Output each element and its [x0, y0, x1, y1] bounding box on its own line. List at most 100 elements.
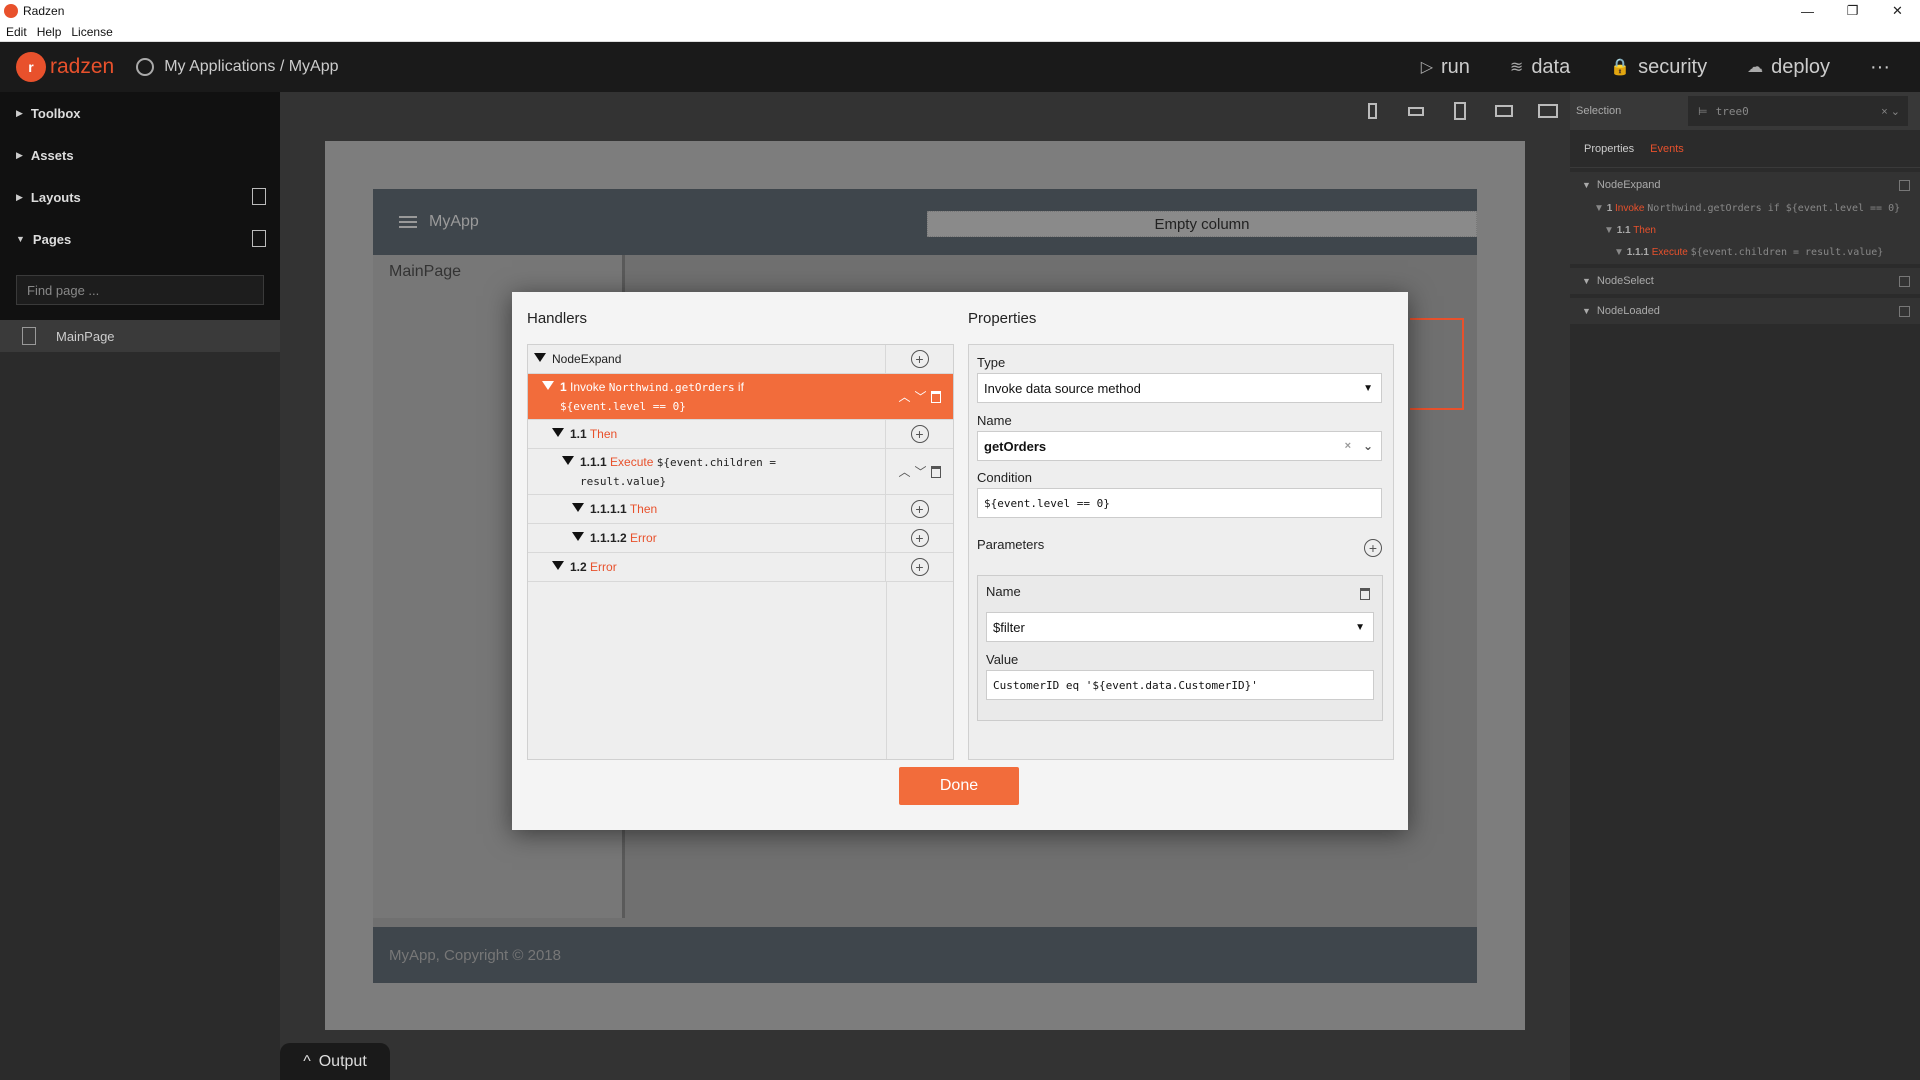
- new-layout-icon[interactable]: [252, 188, 266, 205]
- empty-column[interactable]: Empty column: [927, 211, 1477, 237]
- sidebar-section-assets[interactable]: ▶ Assets: [0, 134, 280, 176]
- run-label: run: [1441, 55, 1470, 78]
- output-toggle[interactable]: ^ Output: [280, 1043, 390, 1080]
- handler-row[interactable]: 1.1.1.1 Then +: [528, 495, 953, 524]
- handler-row-event[interactable]: NodeExpand +: [528, 345, 953, 374]
- move-down-icon[interactable]: ﹀: [915, 388, 927, 405]
- page-item-mainpage[interactable]: MainPage: [0, 320, 280, 352]
- handler-num: 1: [560, 380, 567, 394]
- action-num: 1: [1606, 203, 1613, 214]
- param-value-input[interactable]: CustomerID eq '${event.data.CustomerID}': [986, 670, 1374, 700]
- page-label: MainPage: [56, 328, 115, 344]
- event-name: NodeLoaded: [1596, 305, 1660, 317]
- method-name-select[interactable]: getOrders × ⌄: [977, 431, 1382, 461]
- breadcrumb[interactable]: My Applications / MyApp: [136, 58, 339, 76]
- done-button[interactable]: Done: [899, 767, 1019, 805]
- collapse-icon: ▼: [1614, 247, 1627, 258]
- handler-row[interactable]: 1.1.1 Execute ${event.children = result.…: [528, 449, 953, 495]
- deploy-button[interactable]: ☁ deploy: [1747, 56, 1830, 79]
- name-label: Name: [977, 413, 1012, 428]
- desktop-icon[interactable]: [1534, 100, 1562, 122]
- sidebar-section-pages[interactable]: ▼ Pages: [0, 218, 280, 260]
- trash-icon[interactable]: [930, 465, 941, 478]
- param-name-label: Name: [986, 584, 1021, 599]
- collapse-icon: [562, 456, 574, 466]
- close-button[interactable]: ✕: [1875, 0, 1920, 22]
- app-header: r radzen My Applications / MyApp ▷ run ≋…: [0, 42, 1920, 92]
- top-nav: ▷ run ≋ data 🔒 security ☁ deploy ···: [1421, 42, 1890, 92]
- handler-num: 1.1.1.1: [590, 502, 627, 516]
- handler-num: 1.2: [570, 560, 587, 574]
- add-action-icon[interactable]: +: [910, 500, 929, 518]
- condition-input[interactable]: ${event.level == 0}: [977, 488, 1382, 518]
- phone-landscape-icon[interactable]: [1402, 100, 1430, 122]
- menu-edit[interactable]: Edit: [6, 25, 27, 39]
- trash-icon[interactable]: [930, 390, 941, 403]
- clear-chevron-icon[interactable]: × ⌄: [1881, 105, 1900, 118]
- move-down-icon[interactable]: ﹀: [915, 463, 927, 480]
- layers-icon: ≋: [1509, 59, 1524, 76]
- add-parameter-icon[interactable]: +: [1364, 539, 1382, 557]
- radzen-logo[interactable]: r radzen: [16, 52, 114, 82]
- add-action-icon[interactable]: +: [910, 425, 929, 443]
- handler-num: 1.1: [570, 427, 587, 441]
- section-label: Assets: [30, 147, 74, 163]
- tablet-landscape-icon[interactable]: [1490, 100, 1518, 122]
- data-button[interactable]: ≋ data: [1510, 56, 1570, 79]
- restore-button[interactable]: ❐: [1830, 0, 1875, 22]
- handler-row[interactable]: 1 Invoke Northwind.getOrders if ${event.…: [528, 374, 953, 420]
- edit-icon[interactable]: [1899, 305, 1910, 317]
- properties-form: Type Invoke data source method ▼ Name ge…: [968, 344, 1394, 760]
- trash-icon[interactable]: [1360, 588, 1370, 600]
- more-button[interactable]: ···: [1870, 56, 1890, 79]
- phone-portrait-icon[interactable]: [1358, 100, 1386, 122]
- add-action-icon[interactable]: +: [910, 558, 929, 576]
- collapse-icon: [552, 561, 564, 571]
- clear-icon[interactable]: ×: [1345, 440, 1351, 452]
- action-num: 1.1.1: [1626, 247, 1649, 258]
- handler-row[interactable]: 1.1.1.2 Error +: [528, 524, 953, 553]
- tablet-portrait-icon[interactable]: [1446, 100, 1474, 122]
- event-header[interactable]: ▼ NodeSelect: [1570, 268, 1920, 294]
- hamburger-icon: [399, 216, 417, 228]
- tab-events[interactable]: Events: [1650, 143, 1684, 155]
- lock-icon: 🔒: [1610, 59, 1631, 76]
- handler-kw: Invoke: [570, 380, 606, 394]
- move-up-icon[interactable]: ︿: [898, 388, 910, 405]
- window-title: Radzen: [23, 4, 65, 18]
- collapse-icon: ▼: [1582, 306, 1591, 316]
- event-action-line: ▼ 1.1 Then: [1570, 220, 1920, 242]
- device-toolbar: [1358, 100, 1562, 122]
- security-button[interactable]: 🔒 security: [1610, 56, 1707, 79]
- handler-row[interactable]: 1.2 Error +: [528, 553, 953, 582]
- add-action-icon[interactable]: +: [910, 350, 929, 368]
- new-page-icon[interactable]: [252, 230, 266, 247]
- type-select[interactable]: Invoke data source method ▼: [977, 373, 1382, 403]
- sidebar-section-toolbox[interactable]: ▶ Toolbox: [0, 92, 280, 134]
- event-header[interactable]: ▼ NodeLoaded: [1570, 298, 1920, 324]
- handler-row[interactable]: 1.1 Then +: [528, 420, 953, 449]
- menu-bar: Edit Help License: [0, 22, 1920, 42]
- selection-dropdown[interactable]: ⊨ tree0 × ⌄: [1688, 96, 1908, 126]
- preview-header: MyApp Empty column: [373, 189, 1477, 255]
- handler-num: 1.1.1.2: [590, 531, 627, 545]
- add-action-icon[interactable]: +: [910, 529, 929, 547]
- edit-icon[interactable]: [1899, 275, 1910, 287]
- param-name-select[interactable]: $filter ▼: [986, 612, 1374, 642]
- menu-help[interactable]: Help: [37, 25, 62, 39]
- tab-properties[interactable]: Properties: [1584, 143, 1634, 155]
- edit-icon[interactable]: [1899, 179, 1910, 191]
- move-up-icon[interactable]: ︿: [898, 463, 910, 480]
- action-kw: Invoke: [1615, 203, 1645, 214]
- expand-icon: ▶: [16, 107, 23, 118]
- minimize-button[interactable]: —: [1785, 0, 1830, 22]
- type-value: Invoke data source method: [984, 380, 1141, 396]
- run-button[interactable]: ▷ run: [1421, 56, 1470, 79]
- collapse-icon: ▼: [1594, 203, 1607, 214]
- menu-license[interactable]: License: [71, 25, 112, 39]
- event-nodeexpand: ▼ NodeExpand ▼ 1 Invoke Northwind.getOrd…: [1570, 172, 1920, 264]
- sidebar-section-layouts[interactable]: ▶ Layouts: [0, 176, 280, 218]
- event-header[interactable]: ▼ NodeExpand: [1570, 172, 1920, 198]
- handler-kw: Then: [589, 427, 618, 441]
- find-page-input[interactable]: Find page ...: [16, 275, 264, 305]
